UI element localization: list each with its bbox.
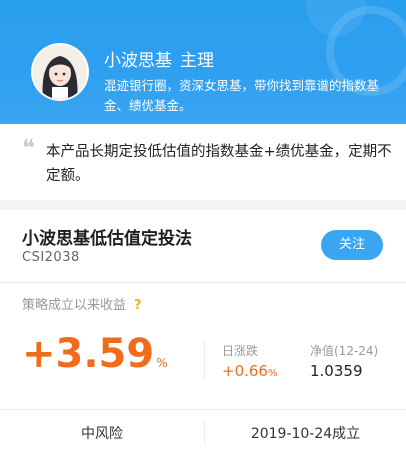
avatar[interactable] [31, 43, 89, 101]
daily-change: +0.66% [222, 362, 277, 380]
cumulative-return: +3.59% [22, 332, 168, 385]
divider [0, 409, 406, 410]
avatar-illustration [33, 45, 87, 99]
divider [0, 282, 406, 283]
fund-card: 小波思基低估值定投法 CSI2038 关注 策略成立以来收益? +3.59% 日… [0, 210, 406, 461]
quote-mark-icon: ❝ [22, 134, 35, 162]
manager-role: 主理 [180, 51, 214, 71]
daily-change-unit: % [267, 368, 278, 379]
vertical-divider [204, 340, 205, 380]
strategy-quote-text: 本产品长期定投低估值的指数基金+绩优基金，定期不定额。 [46, 144, 392, 184]
question-mark-icon[interactable]: ? [134, 298, 142, 313]
risk-level: 中风险 [81, 426, 123, 442]
follow-button[interactable]: 关注 [321, 230, 383, 260]
strategy-quote-card: ❝ 本产品长期定投低估值的指数基金+绩优基金，定期不定额。 [0, 124, 406, 200]
manager-banner: 小波思基 主理 混迹银行圈，资深女思基，带你找到靠谱的指数基金、绩优基金。 [0, 0, 406, 124]
daily-change-value: +0.66 [222, 362, 268, 380]
daily-change-label: 日涨跌 [222, 344, 259, 358]
fund-name: 小波思基低估值定投法 [22, 229, 192, 249]
cumulative-return-value: +3.59 [22, 331, 155, 377]
manager-title: 小波思基 主理 [104, 46, 214, 71]
return-label-text: 策略成立以来收益 [22, 298, 127, 313]
manager-name[interactable]: 小波思基 [104, 51, 172, 71]
manager-description: 混迹银行圈，资深女思基，带你找到靠谱的指数基金、绩优基金。 [104, 78, 380, 113]
nav-label: 净值(12-24) [310, 344, 379, 358]
fund-code: CSI2038 [22, 250, 80, 265]
cumulative-return-unit: % [156, 356, 168, 370]
established-date: 2019-10-24成立 [250, 426, 361, 442]
return-label: 策略成立以来收益? [22, 294, 142, 313]
nav-value: 1.0359 [310, 362, 363, 380]
